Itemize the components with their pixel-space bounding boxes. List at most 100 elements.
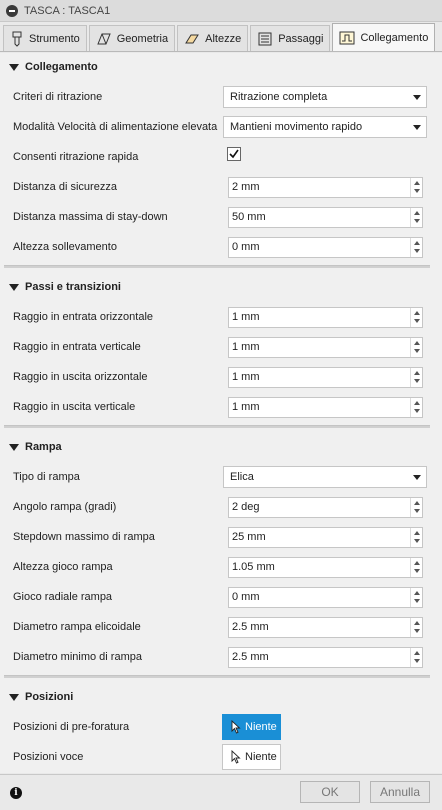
cancel-button[interactable]: Annulla: [370, 781, 430, 803]
input-value: 1 mm: [232, 311, 260, 323]
spinner[interactable]: [410, 398, 422, 417]
spin-down-icon[interactable]: [414, 319, 420, 323]
spin-up-icon[interactable]: [414, 341, 420, 345]
stepdown-rampa-input[interactable]: 25 mm: [228, 527, 423, 548]
spin-up-icon[interactable]: [414, 371, 420, 375]
spinner[interactable]: [410, 498, 422, 517]
minimize-icon[interactable]: [6, 4, 18, 17]
spinner[interactable]: [410, 308, 422, 327]
spinner[interactable]: [410, 368, 422, 387]
spinner[interactable]: [410, 648, 422, 667]
diametro-minimo-rampa-input[interactable]: 2.5 mm: [228, 647, 423, 668]
angolo-rampa-input[interactable]: 2 deg: [228, 497, 423, 518]
spin-down-icon[interactable]: [414, 629, 420, 633]
section-passi-header[interactable]: Passi e transizioni: [0, 274, 442, 300]
spin-up-icon[interactable]: [414, 591, 420, 595]
spinner[interactable]: [410, 618, 422, 637]
parameters-panel: Collegamento Criteri di ritrazione Ritra…: [0, 53, 442, 773]
tab-label: Geometria: [116, 32, 169, 45]
input-value: 1 mm: [232, 341, 260, 353]
spin-down-icon[interactable]: [414, 249, 420, 253]
tab-strumento[interactable]: Strumento: [3, 25, 87, 51]
row-stepdown-rampa: Stepdown massimo di rampa 25 mm: [0, 522, 442, 552]
info-icon[interactable]: i: [10, 787, 22, 799]
spinner[interactable]: [410, 178, 422, 197]
spin-up-icon[interactable]: [414, 181, 420, 185]
input-value: 50 mm: [232, 211, 266, 223]
spinner[interactable]: [410, 338, 422, 357]
input-value: 0 mm: [232, 591, 260, 603]
spin-up-icon[interactable]: [414, 621, 420, 625]
tab-geometria[interactable]: Geometria: [88, 25, 176, 51]
diametro-rampa-elicoidale-input[interactable]: 2.5 mm: [228, 617, 423, 638]
spin-up-icon[interactable]: [414, 241, 420, 245]
field-label: Modalità Velocità di alimentazione eleva…: [13, 121, 218, 133]
raggio-uscita-orizzontale-input[interactable]: 1 mm: [228, 367, 423, 388]
field-label: Distanza massima di stay-down: [13, 211, 168, 223]
section-title: Posizioni: [25, 691, 74, 703]
field-label: Distanza di sicurezza: [13, 181, 117, 193]
passes-icon: [258, 32, 272, 45]
spin-down-icon[interactable]: [414, 539, 420, 543]
spin-up-icon[interactable]: [414, 401, 420, 405]
row-diametro-minimo-rampa: Diametro minimo di rampa 2.5 mm: [0, 642, 442, 672]
raggio-entrata-orizzontale-input[interactable]: 1 mm: [228, 307, 423, 328]
row-posizioni-voce: Posizioni voce Niente: [0, 742, 442, 772]
gioco-radiale-rampa-input[interactable]: 0 mm: [228, 587, 423, 608]
spin-down-icon[interactable]: [414, 349, 420, 353]
modalita-velocita-select[interactable]: Mantieni movimento rapido: [223, 116, 427, 138]
field-label: Criteri di ritrazione: [13, 91, 103, 103]
select-value: Elica: [230, 471, 254, 483]
linking-icon: [339, 31, 355, 44]
voce-select-button[interactable]: Niente: [222, 744, 281, 770]
section-collegamento-header[interactable]: Collegamento: [0, 54, 442, 80]
section-divider: [4, 265, 430, 268]
spin-up-icon[interactable]: [414, 531, 420, 535]
spinner[interactable]: [410, 208, 422, 227]
section-posizioni-header[interactable]: Posizioni: [0, 684, 442, 710]
spinner[interactable]: [410, 558, 422, 577]
spin-down-icon[interactable]: [414, 509, 420, 513]
spin-up-icon[interactable]: [414, 211, 420, 215]
tipo-rampa-select[interactable]: Elica: [223, 466, 427, 488]
spin-up-icon[interactable]: [414, 651, 420, 655]
raggio-entrata-verticale-input[interactable]: 1 mm: [228, 337, 423, 358]
tab-altezze[interactable]: Altezze: [177, 25, 249, 51]
tab-passaggi[interactable]: Passaggi: [250, 25, 331, 51]
tab-label: Altezze: [205, 32, 242, 45]
spin-down-icon[interactable]: [414, 569, 420, 573]
section-rampa-header[interactable]: Rampa: [0, 434, 442, 460]
distanza-sicurezza-input[interactable]: 2 mm: [228, 177, 423, 198]
preforatura-select-button[interactable]: Niente: [222, 714, 281, 740]
altezza-sollevamento-input[interactable]: 0 mm: [228, 237, 423, 258]
altezza-gioco-rampa-input[interactable]: 1.05 mm: [228, 557, 423, 578]
section-title: Rampa: [25, 441, 62, 453]
spin-down-icon[interactable]: [414, 379, 420, 383]
spinner[interactable]: [410, 528, 422, 547]
spinner[interactable]: [410, 588, 422, 607]
row-raggio-entrata-verticale: Raggio in entrata verticale 1 mm: [0, 332, 442, 362]
field-label: Raggio in entrata verticale: [13, 341, 141, 353]
spinner[interactable]: [410, 238, 422, 257]
spin-down-icon[interactable]: [414, 219, 420, 223]
spin-down-icon[interactable]: [414, 189, 420, 193]
criteri-ritrazione-select[interactable]: Ritrazione completa: [223, 86, 427, 108]
input-value: 2.5 mm: [232, 651, 269, 663]
spin-up-icon[interactable]: [414, 311, 420, 315]
section-title: Collegamento: [25, 61, 98, 73]
spin-up-icon[interactable]: [414, 501, 420, 505]
tab-collegamento[interactable]: Collegamento: [332, 23, 436, 51]
tab-label: Passaggi: [278, 32, 324, 45]
geometry-icon: [97, 33, 111, 44]
distanza-staydown-input[interactable]: 50 mm: [228, 207, 423, 228]
spin-down-icon[interactable]: [414, 409, 420, 413]
collapse-icon: [9, 693, 19, 701]
row-angolo-rampa: Angolo rampa (gradi) 2 deg: [0, 492, 442, 522]
spin-up-icon[interactable]: [414, 561, 420, 565]
spin-down-icon[interactable]: [414, 659, 420, 663]
raggio-uscita-verticale-input[interactable]: 1 mm: [228, 397, 423, 418]
consenti-ritrazione-checkbox[interactable]: [227, 147, 241, 161]
section-divider: [4, 425, 430, 428]
spin-down-icon[interactable]: [414, 599, 420, 603]
ok-button[interactable]: OK: [300, 781, 360, 803]
